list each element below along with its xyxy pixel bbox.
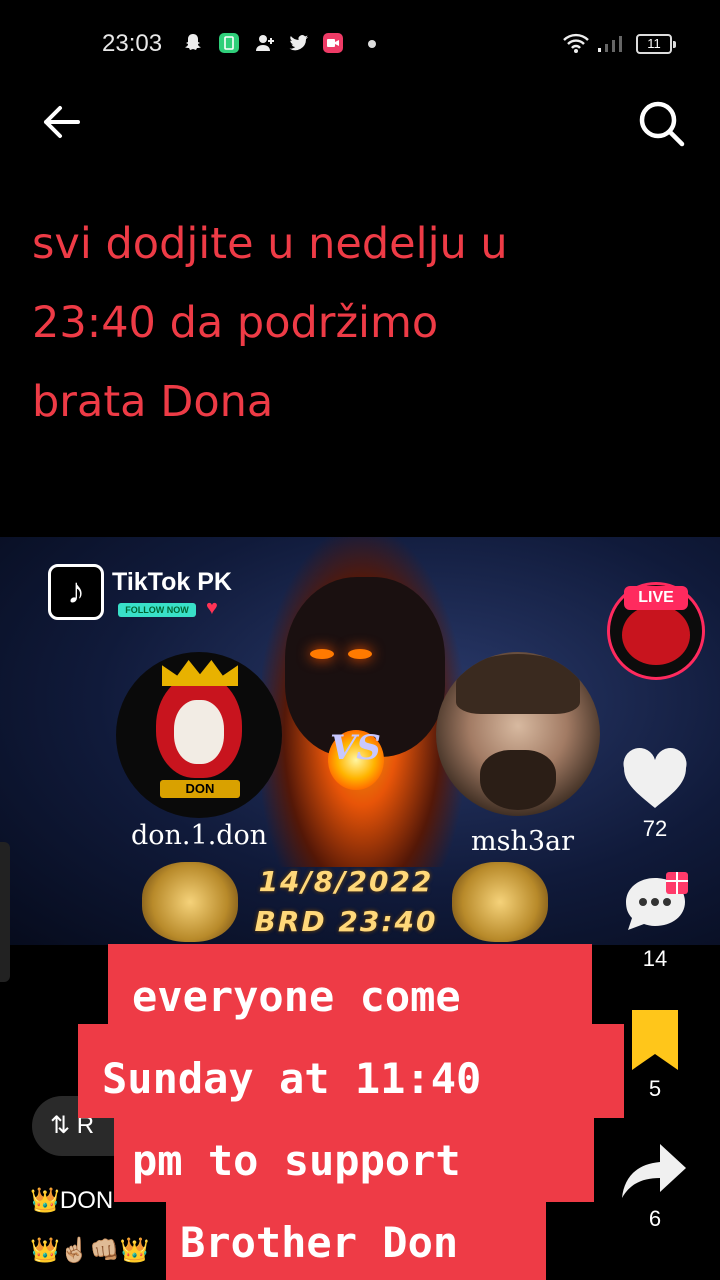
- left-player-name: don.1.don: [131, 820, 268, 851]
- share-button[interactable]: [620, 1136, 690, 1206]
- wifi-icon: [563, 33, 589, 53]
- tiktok-logo-icon: ♪: [48, 564, 104, 620]
- right-player-name: msh3ar: [471, 826, 575, 857]
- comment-preview[interactable]: 👑☝🏼👊🏼👑: [30, 1236, 150, 1265]
- translation-line: everyone come: [132, 972, 461, 1021]
- share-count: 6: [648, 1206, 662, 1231]
- snapchat-icon: [185, 34, 201, 50]
- don-badge: DON: [160, 780, 240, 798]
- search-button[interactable]: [636, 98, 688, 150]
- comment-preview[interactable]: 👑DON: [30, 1186, 113, 1215]
- post-caption: svi dodjite u nedelju u 23:40 da podržim…: [32, 205, 652, 442]
- status-time: 23:03: [102, 30, 163, 57]
- video-icon: [323, 33, 343, 53]
- status-bar: 23:03 11: [0, 0, 720, 90]
- right-player-avatar: [436, 652, 600, 816]
- beast-eye: [310, 649, 334, 659]
- translation-line: Sunday at 11:40: [102, 1054, 482, 1103]
- add-user-icon: [256, 35, 274, 51]
- phone-app-icon: [219, 33, 239, 53]
- twitter-icon: [289, 35, 308, 51]
- lion-icon: [142, 862, 238, 942]
- event-date-banner: 14/8/2022 BRD 23:40: [236, 862, 456, 942]
- mask-graphic: [156, 674, 242, 778]
- left-player-avatar: DON: [116, 652, 282, 818]
- comment-count: 14: [642, 946, 668, 971]
- bookmark-count: 5: [648, 1076, 662, 1101]
- live-badge: LIVE: [624, 586, 688, 610]
- event-date: 14/8/2022: [258, 865, 434, 898]
- event-time: BRD 23:40: [254, 905, 438, 938]
- crown-icon: [162, 660, 238, 686]
- vs-label: VS: [330, 728, 381, 768]
- side-panel-handle[interactable]: [0, 842, 10, 982]
- like-count: 72: [642, 816, 668, 841]
- lion-icon: [452, 862, 548, 942]
- signal-icon: [598, 36, 622, 52]
- like-button[interactable]: [620, 746, 690, 816]
- caption-line: svi dodjite u nedelju u: [32, 219, 508, 269]
- repost-icon: ⇅: [50, 1112, 77, 1139]
- comment-button[interactable]: [620, 868, 690, 938]
- back-button[interactable]: [38, 98, 86, 146]
- notification-dot: [368, 40, 376, 48]
- bookmark-button[interactable]: [620, 1004, 690, 1074]
- video-brand-title: TikTok PK: [112, 568, 232, 596]
- translation-line: Brother Don: [180, 1218, 459, 1267]
- beast-eye: [348, 649, 372, 659]
- caption-line: brata Dona: [32, 377, 274, 427]
- caption-line: 23:40 da podržimo: [32, 298, 439, 348]
- follow-now-badge: FOLLOW NOW: [118, 603, 196, 617]
- heart-icon: ♥: [206, 597, 218, 619]
- battery-indicator: 11: [636, 34, 676, 54]
- translation-line: pm to support: [132, 1136, 461, 1185]
